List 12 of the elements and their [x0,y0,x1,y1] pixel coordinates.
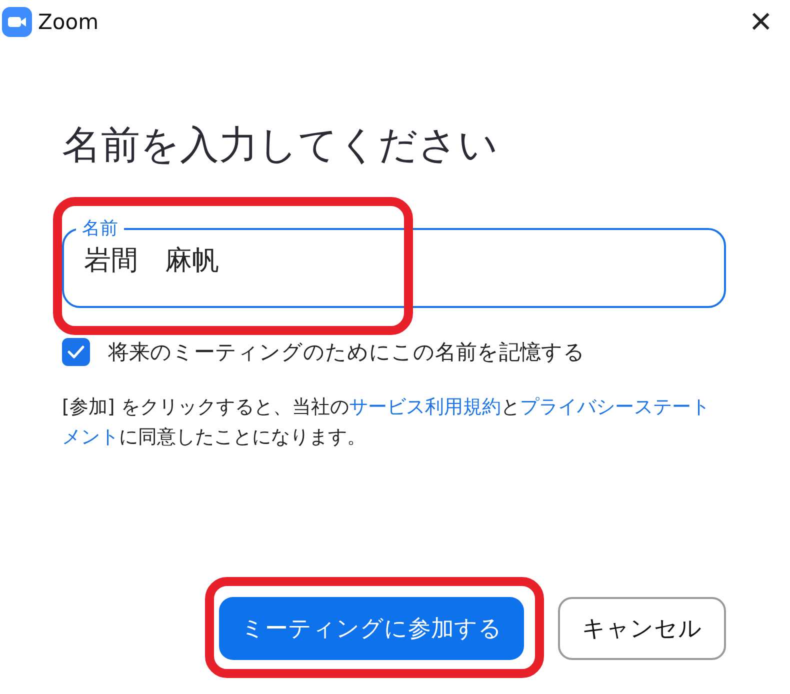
join-button[interactable]: ミーティングに参加する [219,597,524,660]
camera-app-icon [2,7,32,37]
checkbox-label: 将来のミーティングのためにこの名前を記憶する [108,339,585,366]
name-field[interactable]: 名前 岩間 麻帆 [62,218,726,308]
dialog-heading: 名前を入力してください [62,122,499,170]
window-title: Zoom [38,10,100,34]
cancel-button[interactable]: キャンセル [558,597,726,660]
field-label: 名前 [81,218,119,240]
check-icon [67,345,85,359]
terms-notice: [参加] をクリックすると、当社のサービス利用規約 と プライバシーステートメント に同意したことになります。 [62,395,711,450]
close-button[interactable]: × [750,3,772,41]
remember-checkbox[interactable] [62,338,90,366]
